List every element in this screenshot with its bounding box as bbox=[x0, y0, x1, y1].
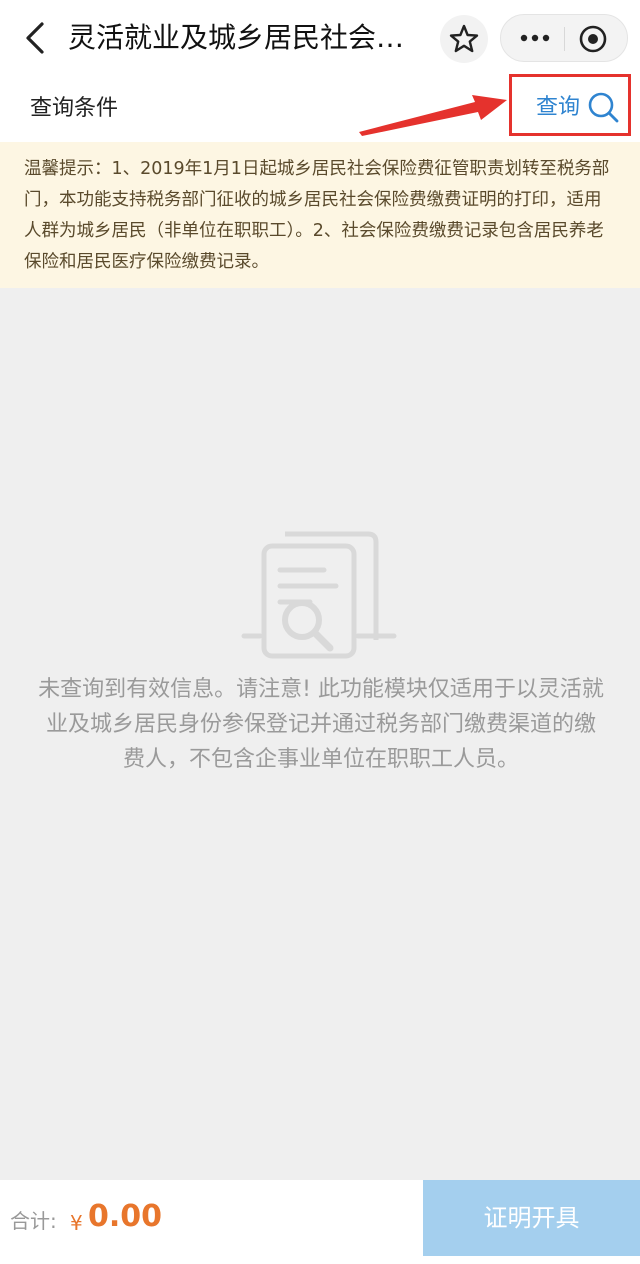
total-amount: 0.00 bbox=[88, 1199, 163, 1234]
page-title: 灵活就业及城乡居民社会保… bbox=[68, 21, 428, 54]
notice-banner: 温馨提示：1、2019年1月1日起城乡居民社会保险费征管职责划转至税务部门，本功… bbox=[0, 142, 640, 288]
target-icon[interactable] bbox=[577, 23, 609, 55]
capsule-divider bbox=[564, 27, 565, 51]
top-nav-bar: 灵活就业及城乡居民社会保… bbox=[0, 0, 640, 76]
bottom-bar: 合计: ¥ 0.00 证明开具 bbox=[0, 1180, 640, 1264]
favorite-button[interactable] bbox=[440, 15, 488, 63]
star-icon bbox=[449, 24, 479, 53]
total-label: 合计: bbox=[10, 1209, 57, 1233]
back-icon[interactable] bbox=[18, 18, 52, 58]
empty-state-message: 未查询到有效信息。请注意! 此功能模块仅适用于以灵活就业及城乡居民身份参保登记并… bbox=[38, 677, 604, 772]
currency-symbol: ¥ bbox=[70, 1211, 83, 1235]
menu-capsule bbox=[500, 14, 628, 62]
query-condition-label: 查询条件 bbox=[30, 96, 119, 121]
red-arrow-annotation bbox=[359, 95, 507, 136]
issue-certificate-button[interactable]: 证明开具 bbox=[423, 1180, 640, 1256]
more-icon[interactable] bbox=[515, 23, 555, 53]
highlight-box-annotation bbox=[509, 74, 631, 136]
empty-document-search-icon bbox=[241, 531, 397, 659]
